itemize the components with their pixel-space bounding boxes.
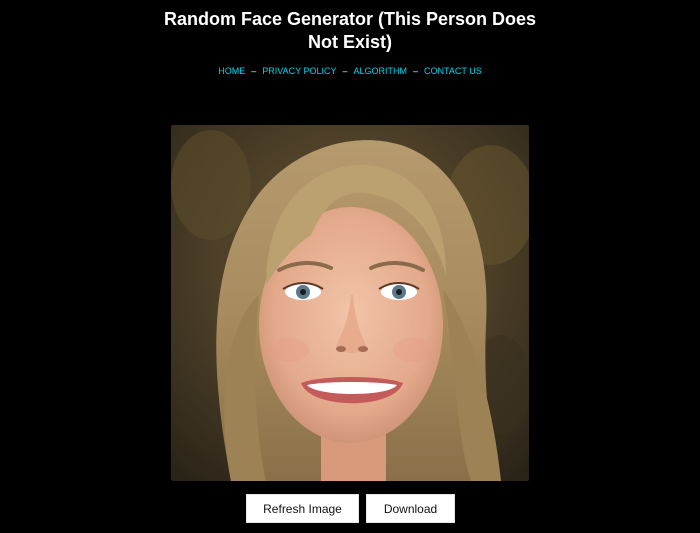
refresh-image-button[interactable]: Refresh Image: [246, 494, 359, 523]
generated-face-image: [171, 125, 529, 481]
nav-separator: –: [342, 66, 348, 76]
face-illustration: [171, 125, 529, 481]
main-nav: HOME – PRIVACY POLICY – ALGORITHM – CONTACT US: [0, 65, 700, 77]
nav-separator: –: [413, 66, 419, 76]
nav-contact-us-link[interactable]: CONTACT US: [424, 66, 482, 76]
page-title: Random Face Generator (This Person Does …: [163, 9, 537, 52]
nav-privacy-policy-link[interactable]: PRIVACY POLICY: [262, 66, 336, 76]
page: Random Face Generator (This Person Does …: [0, 0, 700, 533]
nav-home-link[interactable]: HOME: [218, 66, 245, 76]
nav-separator: –: [251, 66, 257, 76]
download-button[interactable]: Download: [366, 494, 455, 523]
nav-algorithm-link[interactable]: ALGORITHM: [354, 66, 408, 76]
